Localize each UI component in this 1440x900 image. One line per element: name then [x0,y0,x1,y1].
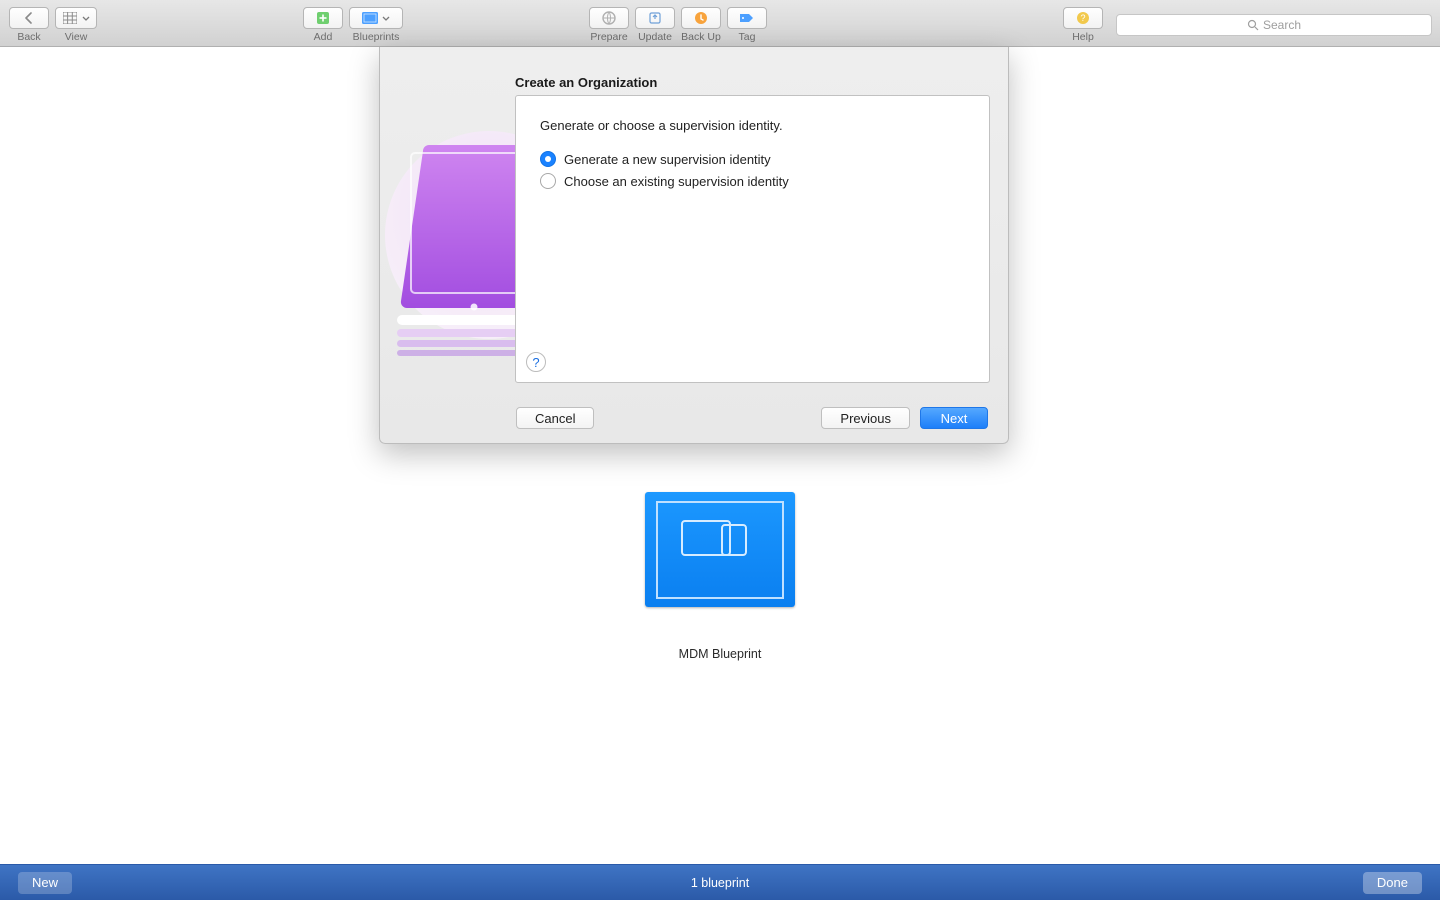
tag-icon [739,10,755,26]
blueprint-icon [645,492,795,607]
view-group: View [54,7,98,43]
add-label: Add [314,31,333,43]
globe-icon [601,10,617,26]
tag-label: Tag [739,31,756,43]
prepare-label: Prepare [590,31,627,43]
done-label: Done [1377,875,1408,890]
add-group: Add [302,7,344,43]
previous-label: Previous [840,411,891,426]
sheet-buttons: Cancel Previous Next [380,407,1008,429]
radio-choose-label: Choose an existing supervision identity [564,174,789,189]
done-button[interactable]: Done [1363,872,1422,894]
center-group: Prepare Update Back Up [588,7,772,43]
cancel-button[interactable]: Cancel [516,407,594,429]
view-button[interactable] [55,7,97,29]
chevron-left-icon [21,10,37,26]
new-label: New [32,875,58,890]
update-icon [647,10,663,26]
previous-button[interactable]: Previous [821,407,910,429]
grid-icon [62,10,78,26]
bottom-bar: New 1 blueprint Done [0,864,1440,900]
view-label: View [65,31,88,43]
back-button[interactable] [9,7,49,29]
plus-icon [315,10,331,26]
next-label: Next [941,411,968,426]
help-button[interactable]: ? [1063,7,1103,29]
new-button[interactable]: New [18,872,72,894]
chevron-down-icon [82,11,90,25]
radio-indicator-unselected [540,173,556,189]
search-input[interactable]: Search [1116,14,1432,36]
blueprint-item[interactable]: MDM Blueprint [645,492,795,661]
help-label: Help [1072,31,1094,43]
next-button[interactable]: Next [920,407,988,429]
prepare-button[interactable] [589,7,629,29]
tag-button[interactable] [727,7,767,29]
chevron-down-icon [382,11,390,25]
sheet-create-organization: Create an Organization [379,47,1009,444]
blueprints-label: Blueprints [353,31,400,43]
sheet-help-button[interactable]: ? [526,352,546,372]
backup-button[interactable] [681,7,721,29]
help-icon: ? [1075,10,1091,26]
radio-choose[interactable]: Choose an existing supervision identity [540,173,965,189]
update-button[interactable] [635,7,675,29]
backup-label: Back Up [681,31,721,43]
svg-text:?: ? [1080,13,1085,23]
cancel-label: Cancel [535,411,575,426]
blueprints-group: Blueprints [348,7,404,43]
radio-indicator-selected [540,151,556,167]
radio-generate-label: Generate a new supervision identity [564,152,771,167]
add-button[interactable] [303,7,343,29]
search-wrap: ? Help Search [1062,7,1432,43]
radio-generate[interactable]: Generate a new supervision identity [540,151,965,167]
blueprint-name: MDM Blueprint [645,647,795,661]
question-mark-icon: ? [532,355,539,370]
sheet-instruction: Generate or choose a supervision identit… [540,118,965,133]
blueprint-icon [362,10,378,26]
search-placeholder: Search [1263,18,1301,32]
backup-icon [693,10,709,26]
sheet-title: Create an Organization [515,75,657,90]
blueprints-button[interactable] [349,7,403,29]
toolbar: Back View Add [0,0,1440,47]
sheet-panel: Generate or choose a supervision identit… [515,95,990,383]
back-label: Back [17,31,40,43]
update-label: Update [638,31,672,43]
status-text: 1 blueprint [691,876,749,890]
search-icon [1247,19,1259,31]
back-group: Back [8,7,50,43]
